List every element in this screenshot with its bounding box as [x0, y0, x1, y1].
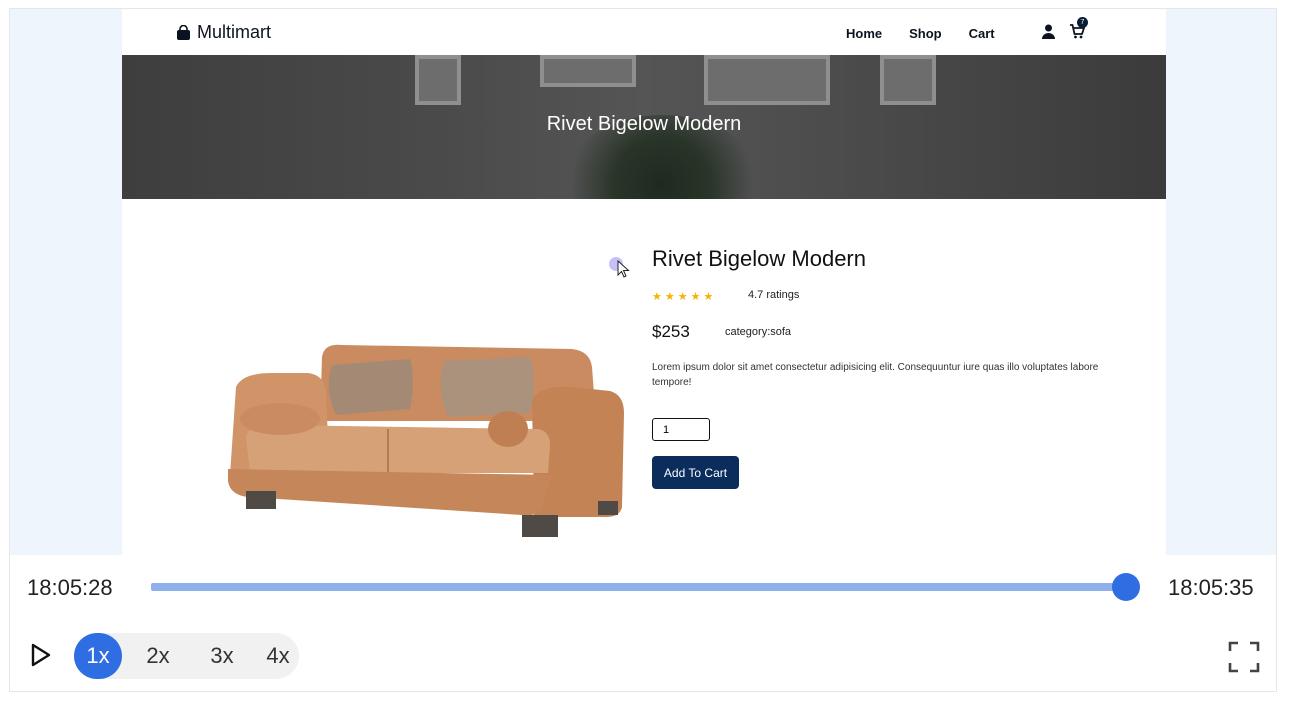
speed-3x[interactable]: 3x: [202, 633, 242, 679]
product-description: Lorem ipsum dolor sit amet consectetur a…: [652, 362, 1099, 388]
product-image: [212, 329, 632, 539]
end-time: 18:05:35: [1168, 575, 1254, 600]
product-category: category:sofa: [725, 326, 792, 338]
speed-1x[interactable]: 1x: [74, 633, 122, 679]
playback-speed-selector: 1x 2x 3x 4x: [74, 633, 299, 679]
star-icon: ★: [652, 291, 662, 303]
nav-cart[interactable]: Cart: [969, 26, 995, 41]
cart-icon-button[interactable]: 7: [1069, 17, 1088, 39]
speed-4x[interactable]: 4x: [258, 633, 298, 679]
webpage: Multimart Home Shop Cart 7 Rivet Bigelow…: [122, 9, 1166, 555]
wall-frame: [540, 55, 636, 87]
player-controls: 18:05:28 18:05:35 1x 2x 3x 4x: [10, 555, 1276, 691]
start-time: 18:05:28: [27, 575, 113, 600]
fullscreen-icon[interactable]: [1228, 641, 1260, 673]
screen-recording-frame: Multimart Home Shop Cart 7 Rivet Bigelow…: [9, 8, 1277, 692]
nav-home[interactable]: Home: [846, 26, 882, 41]
wall-frame: [704, 55, 830, 105]
wall-frame: [880, 55, 936, 105]
quantity-input[interactable]: [652, 418, 710, 441]
speed-2x[interactable]: 2x: [138, 633, 178, 679]
play-icon[interactable]: [30, 643, 52, 667]
hero-title: Rivet Bigelow Modern: [546, 113, 742, 135]
progress-thumb[interactable]: [1112, 573, 1140, 601]
star-icon: ★: [703, 291, 714, 303]
product-title: Rivet Bigelow Modern: [652, 246, 866, 271]
rating-stars: ★ ★ ★ ★ ★: [652, 290, 713, 303]
nav-shop[interactable]: Shop: [909, 26, 942, 41]
star-icon: ★: [677, 291, 688, 303]
brand-logo[interactable]: Multimart: [176, 22, 271, 43]
cart-count-badge: 7: [1077, 17, 1088, 28]
wall-frame: [415, 55, 461, 105]
star-icon: ★: [664, 291, 675, 303]
product-price: $253: [652, 322, 690, 341]
rating-text: 4.7 ratings: [748, 289, 800, 301]
brand-name: Multimart: [197, 22, 272, 42]
progress-track[interactable]: [151, 583, 1136, 591]
header-icons: 7: [1042, 17, 1088, 39]
user-icon[interactable]: [1042, 24, 1055, 39]
site-header: Multimart Home Shop Cart 7: [122, 9, 1166, 55]
mouse-pointer-icon: [617, 260, 630, 278]
main-nav: Home Shop Cart: [846, 26, 1022, 41]
shopping-bag-icon: [177, 24, 190, 40]
hero-banner: Rivet Bigelow Modern: [122, 55, 1166, 199]
star-icon: ★: [690, 291, 701, 303]
sofa-illustration: [228, 344, 624, 537]
add-to-cart-button[interactable]: Add To Cart: [652, 456, 739, 489]
